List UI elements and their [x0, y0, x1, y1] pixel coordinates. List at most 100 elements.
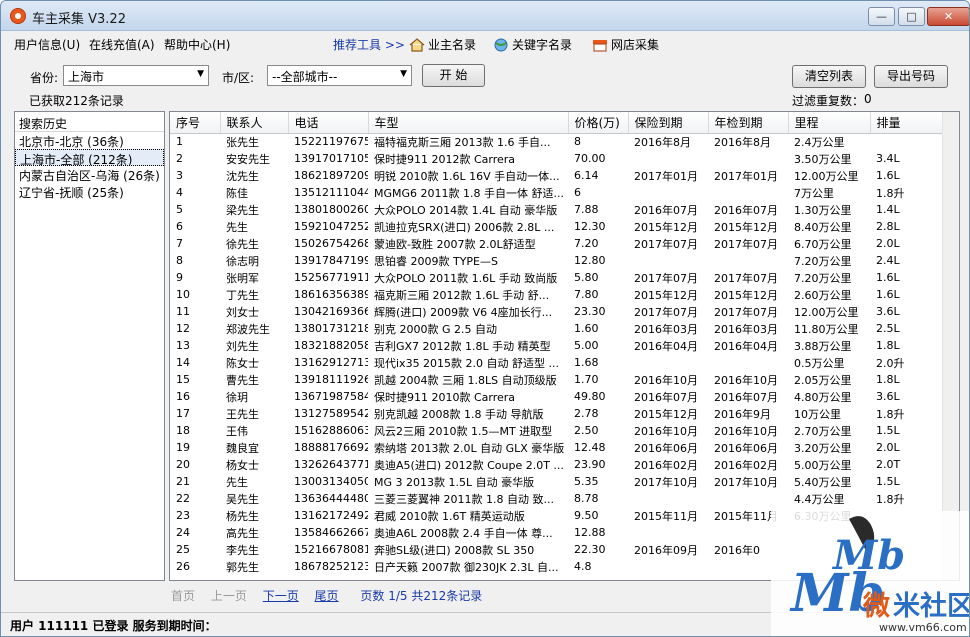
table-row[interactable]: 12 郑波先生 13801731218 别克 2000款 G 2.5 自动 1.60 20…: [170, 320, 942, 337]
history-item[interactable]: 上海市-全部 (212条): [15, 149, 164, 167]
table-cell: [708, 354, 788, 371]
table-cell: 2016年8月: [714, 135, 771, 149]
chevron-down-icon: ▼: [400, 69, 407, 79]
column-header[interactable]: 电话: [288, 112, 369, 134]
table-cell: 49.80: [574, 390, 606, 403]
table-cell: 2.0L: [876, 441, 900, 454]
table-cell: 2017年07月: [714, 305, 778, 319]
table-cell: MGMG6 2011款 1.8 手自一体 舒适...: [374, 186, 564, 200]
table-cell: 14: [176, 356, 190, 369]
table-row[interactable]: 14 陈女士 13162912713 现代ix35 2015款 2.0 自动 舒适型 …: [170, 354, 942, 371]
table-cell: 13: [176, 339, 190, 352]
menu-help[interactable]: 帮助中心(H): [164, 36, 230, 53]
table-cell: 日产天籁 2007款 御230JK 2.3L 自...: [374, 560, 559, 574]
last-page-link[interactable]: 尾页: [315, 589, 339, 603]
table-row[interactable]: 1 张先生 15221197675 福特福克斯三厢 2013款 1.6 手自... 8 2…: [170, 133, 942, 150]
table-row[interactable]: 20 杨女士 13262643771 奥迪A5(进口) 2012款 Coupe 2.0…: [170, 456, 942, 473]
column-header[interactable]: 序号: [170, 112, 221, 134]
maximize-button[interactable]: □: [898, 7, 925, 26]
first-page-link[interactable]: 首页: [171, 589, 195, 603]
table-cell: 12: [176, 322, 190, 335]
table-cell: 2015年12月: [634, 407, 698, 421]
recommend-tools-label: 推荐工具 >>: [333, 38, 405, 52]
city-select[interactable]: --全部城市-- ▼: [267, 65, 412, 86]
table-row[interactable]: 17 王先生 13127589542 别克凯越 2008款 1.8 手动 导航版 2.7…: [170, 405, 942, 422]
table-cell: 2016年8月: [634, 135, 691, 149]
column-header[interactable]: 排量: [870, 112, 943, 134]
table-cell: 2: [176, 152, 183, 165]
column-header[interactable]: 车型: [368, 112, 569, 134]
menu-recharge[interactable]: 在线充值(A): [89, 36, 155, 53]
history-item[interactable]: 北京市-北京 (36条): [15, 132, 164, 149]
table-cell: 0.5万公里: [794, 356, 845, 370]
menu-user-info[interactable]: 用户信息(U): [14, 36, 80, 53]
minimize-button[interactable]: —: [868, 7, 895, 26]
table-cell: 徐先生: [226, 237, 259, 251]
table-cell: 2016年10月: [714, 424, 778, 438]
table-cell: 5: [176, 203, 183, 216]
clear-list-button[interactable]: 清空列表: [792, 65, 866, 88]
table-cell: 2017年07月: [634, 271, 698, 285]
table-cell: 17: [176, 407, 190, 420]
next-page-link[interactable]: 下一页: [263, 589, 299, 603]
vertical-scrollbar[interactable]: [942, 112, 959, 580]
table-row[interactable]: 7 徐先生 15026754268 蒙迪欧-致胜 2007款 2.0L舒适型 7.20 2…: [170, 235, 942, 252]
column-header[interactable]: 里程: [788, 112, 871, 134]
table-cell: [708, 252, 788, 269]
table-cell: 2.4万公里: [794, 135, 845, 149]
table-row[interactable]: 10 丁先生 18616356389 福克斯三厢 2012款 1.6L 手动 舒...…: [170, 286, 942, 303]
prev-page-link[interactable]: 上一页: [211, 589, 247, 603]
table-cell: 3.20万公里: [794, 441, 852, 455]
history-item[interactable]: 辽宁省-抚顺 (25条): [15, 183, 164, 200]
column-header[interactable]: 价格(万): [568, 112, 629, 134]
column-header[interactable]: 年检到期: [708, 112, 789, 134]
table-cell: 4.80万公里: [794, 390, 852, 404]
results-table: 序号 联系人 电话 车型 价格(万) 保险到期 年检到期 里程 排量 1 张先生 152211976…: [170, 112, 943, 575]
table-row[interactable]: 13 刘先生 18321882058 吉利GX7 2012款 1.8L 手动 精英型 5…: [170, 337, 942, 354]
table-cell: 1.8升: [876, 186, 905, 200]
table-cell: 2017年07月: [714, 271, 778, 285]
table-cell: 2.5L: [876, 322, 900, 335]
table-cell: 1.8升: [876, 492, 905, 506]
table-cell: 奥迪A6L 2008款 2.4 手自一体 尊...: [374, 526, 553, 540]
export-numbers-button[interactable]: 导出号码: [874, 65, 948, 88]
table-cell: 杨女士: [226, 458, 259, 472]
column-header[interactable]: 联系人: [220, 112, 289, 134]
table-row[interactable]: 16 徐玥 13671987584 保时捷911 2010款 Carrera 49.80…: [170, 388, 942, 405]
table-cell: 郑波先生: [226, 322, 270, 336]
table-row[interactable]: 18 王伟 15162886063 风云2三厢 2010款 1.5—MT 进取型 2.5…: [170, 422, 942, 439]
table-cell: 15921047252: [294, 220, 368, 233]
tool-owner-directory[interactable]: 业主名录: [409, 36, 476, 53]
table-cell: 2016年06月: [714, 441, 778, 455]
tool-shop-collect[interactable]: 网店采集: [592, 36, 659, 53]
table-row[interactable]: 19 魏良宜 18888176692 索纳塔 2013款 2.0L 自动 GLX 豪华…: [170, 439, 942, 456]
table-row[interactable]: 8 徐志明 13917847199 思铂睿 2009款 TYPE—S 12.80 7.20…: [170, 252, 942, 269]
close-button[interactable]: ✕: [927, 7, 969, 26]
table-cell: 1.8升: [876, 407, 905, 421]
table-row[interactable]: 15 曹先生 13918111926 凯越 2004款 三厢 1.8LS 自动顶级版 1…: [170, 371, 942, 388]
table-row[interactable]: 4 陈佳 13512111044 MGMG6 2011款 1.8 手自一体 舒适...…: [170, 184, 942, 201]
table-row[interactable]: 22 吴先生 13636444480 三菱三菱翼神 2011款 1.8 自动 致...…: [170, 490, 942, 507]
table-cell: 2016年02月: [714, 458, 778, 472]
table-cell: 23.90: [574, 458, 606, 471]
start-button[interactable]: 开 始: [422, 64, 485, 87]
table-row[interactable]: 9 张明军 15256771911 大众POLO 2011款 1.6L 手动 致尚版 5…: [170, 269, 942, 286]
table-cell: 6: [176, 220, 183, 233]
tool-keyword-directory[interactable]: 关键字名录: [493, 36, 572, 53]
table-row[interactable]: 6 先生 15921047252 凯迪拉克SRX(进口) 2006款 2.8L ...…: [170, 218, 942, 235]
table-cell: 13512111044: [294, 186, 368, 199]
table-row[interactable]: 5 梁先生 13801800260 大众POLO 2014款 1.4L 自动 豪华版 7…: [170, 201, 942, 218]
table-row[interactable]: 21 先生 13003134050 MG 3 2013款 1.5L 自动 豪华版 5.3…: [170, 473, 942, 490]
table-cell: 先生: [226, 220, 248, 234]
table-row[interactable]: 11 刘女士 13042169366 辉腾(进口) 2009款 V6 4座加长行...…: [170, 303, 942, 320]
column-header[interactable]: 保险到期: [628, 112, 709, 134]
history-item[interactable]: 内蒙古自治区-乌海 (26条): [15, 166, 164, 183]
table-cell: 2016年06月: [634, 441, 698, 455]
table-row[interactable]: 3 沈先生 18621897209 明锐 2010款 1.6L 16V 手自动一体..…: [170, 167, 942, 184]
table-cell: 丁先生: [226, 288, 259, 302]
table-cell: 5.35: [574, 475, 599, 488]
table-row[interactable]: 2 安安先生 13917017105 保时捷911 2012款 Carrera 70.0…: [170, 150, 942, 167]
table-cell: 2016年04月: [634, 339, 698, 353]
province-select[interactable]: 上海市 ▼: [63, 65, 209, 86]
table-cell: 7万公里: [794, 186, 834, 200]
